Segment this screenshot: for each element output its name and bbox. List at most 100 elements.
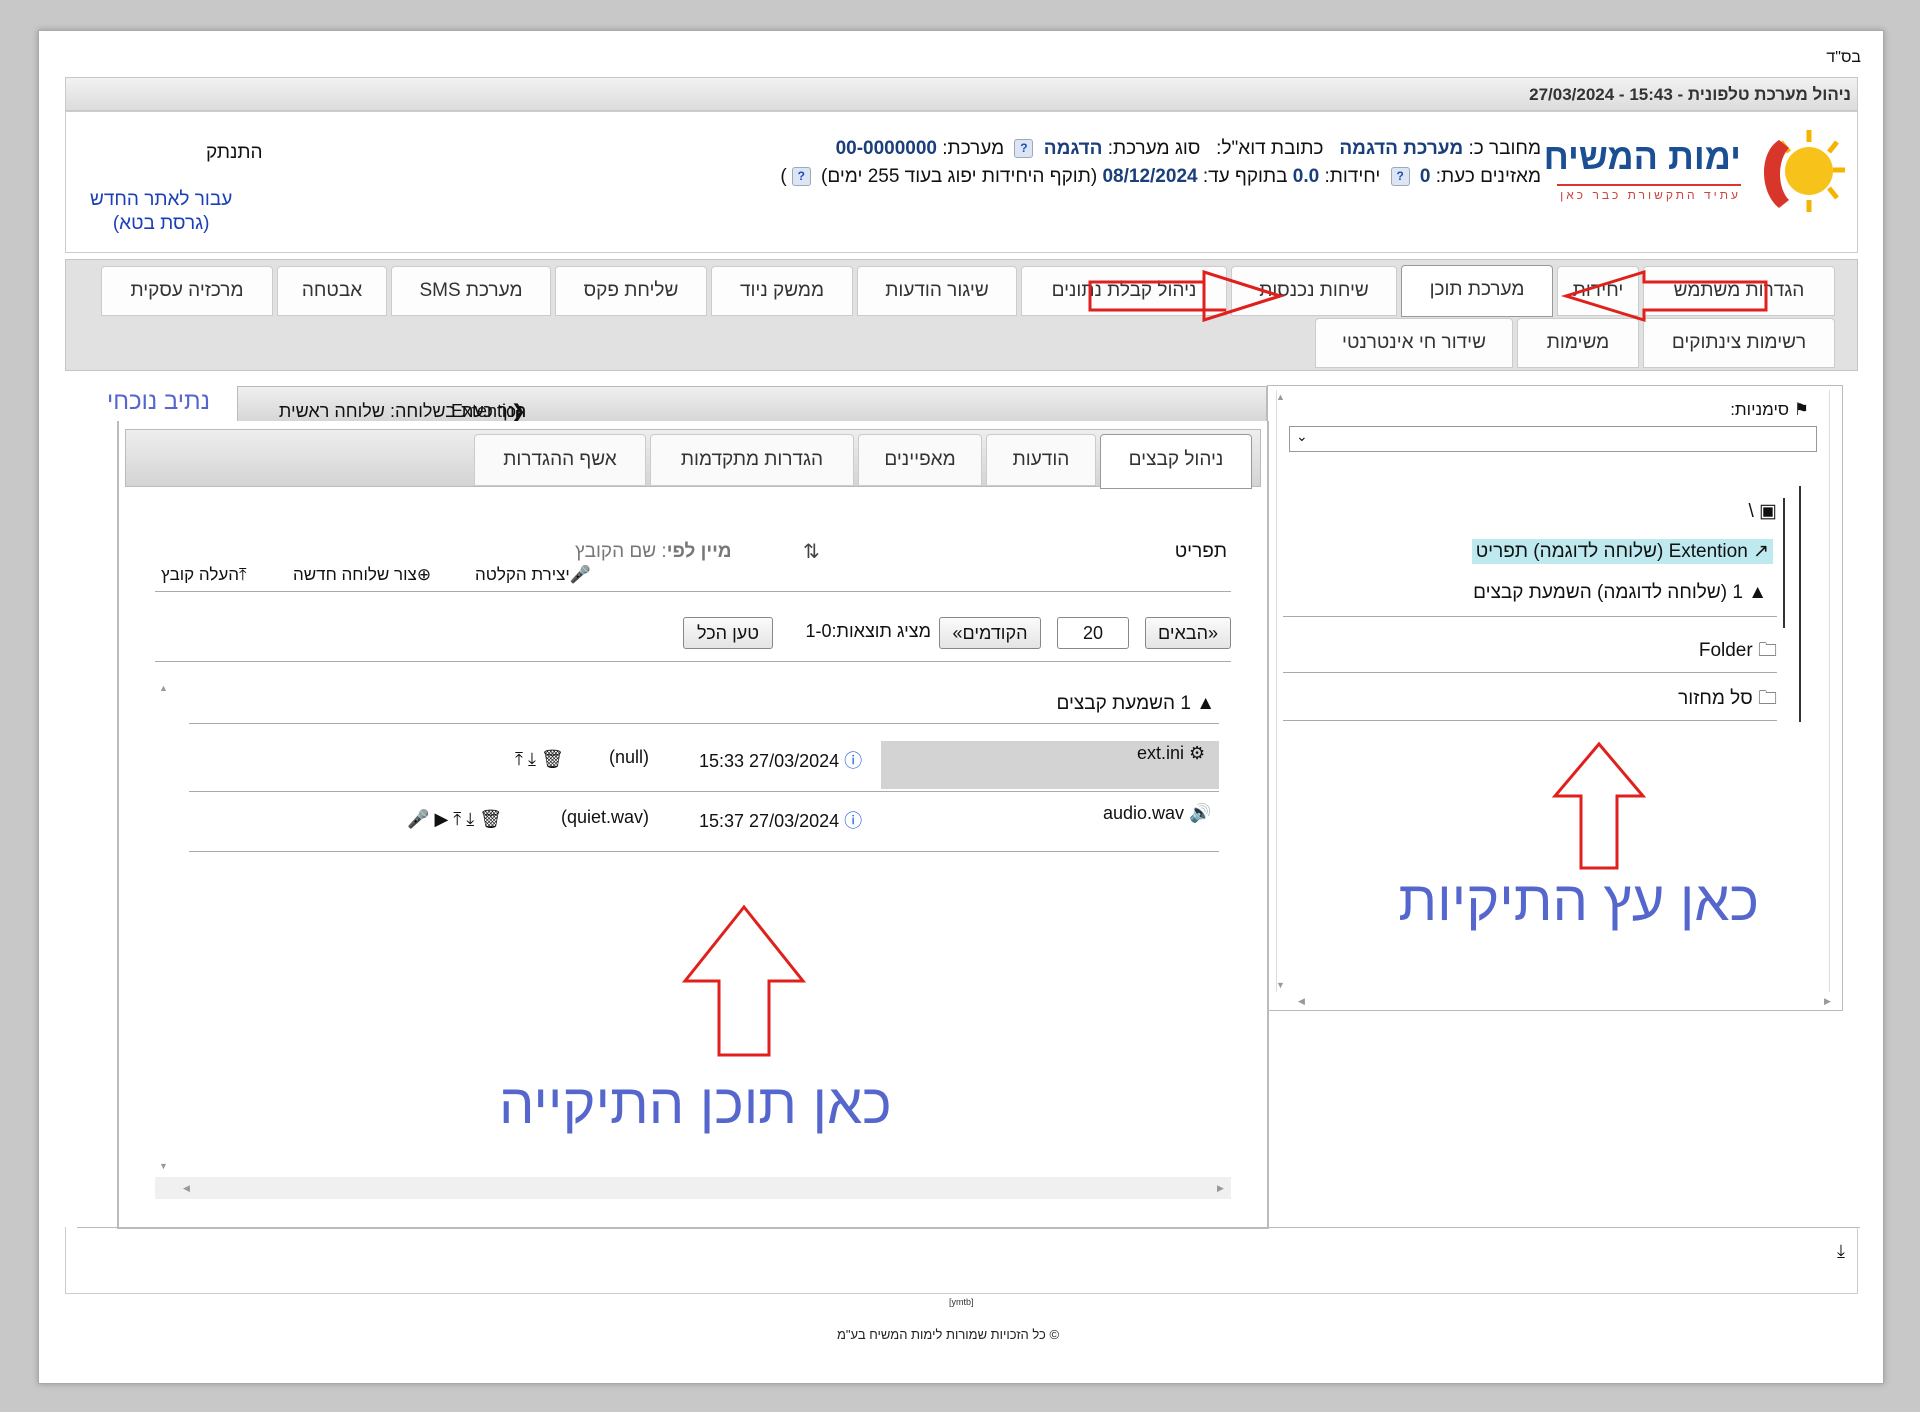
tab-user-settings[interactable]: הגדרות משתמש <box>1643 266 1835 316</box>
sort-by-value: : שם הקובץ <box>575 541 667 562</box>
upload-icon[interactable]: ⤒ <box>515 749 523 769</box>
logo-name: ימות המשיח <box>1543 136 1741 177</box>
tab-sms[interactable]: מערכת SMS <box>391 266 551 316</box>
trash-icon[interactable]: 🗑 <box>479 809 502 829</box>
help-icon[interactable]: ? <box>791 167 811 186</box>
new-site-link[interactable]: עבור לאתר החדש (גרסת בטא) <box>90 188 232 236</box>
play-icon[interactable]: ▶ <box>434 809 448 829</box>
tree-item-extention[interactable]: ↗ Extention (שלוחה לדוגמה) תפריט <box>1471 539 1773 564</box>
file-name: ext.ini <box>1137 743 1185 763</box>
shortcut-icon: ▲ <box>1748 582 1767 603</box>
new-extension-button[interactable]: ⊕צור שלוחה חדשה <box>293 565 431 585</box>
scroll-up-icon[interactable]: ▲ <box>1276 392 1285 402</box>
tree-branch-line <box>1783 498 1785 628</box>
download-icon[interactable]: ⤓ <box>1837 1241 1845 1262</box>
pager-divider <box>155 661 1231 662</box>
scroll-right-icon[interactable]: ▶ <box>1824 996 1831 1007</box>
tab-tasks[interactable]: משימות <box>1517 318 1639 368</box>
scroll-left-icon[interactable]: ◀ <box>1298 996 1305 1007</box>
file-actions: 🎤 ▶ ⤒ ⤓ 🗑 <box>407 809 502 830</box>
account-info-line-2: מאזינים כעת: 0 ? יחידות: 0.0 בתוקף עד: 0… <box>780 166 1541 188</box>
scroll-up-icon[interactable]: ▲ <box>159 683 168 693</box>
create-recording-button[interactable]: 🎤יצירת הקלטה <box>475 565 591 585</box>
scroll-down-icon[interactable]: ▼ <box>159 1161 168 1171</box>
logo-slogan: עתיד התקשורת כבר כאן <box>1560 188 1741 202</box>
scroll-down-icon[interactable]: ▼ <box>1276 980 1285 990</box>
close-paren: ) <box>780 166 787 187</box>
system-label: מערכת: <box>942 138 1005 159</box>
scroll-left-icon[interactable]: ◀ <box>183 1183 190 1194</box>
up-arrow-annotation-icon <box>1551 741 1647 870</box>
info-icon[interactable]: ⓘ <box>844 751 862 771</box>
tab-live-broadcast[interactable]: שידור חי אינטרנטי <box>1315 318 1513 368</box>
chevron-down-icon: ⌄ <box>1296 428 1308 444</box>
tab-incoming-calls[interactable]: שיחות נכנסות <box>1231 266 1397 316</box>
file-date: 15:37 27/03/2024 ⓘ <box>699 807 862 833</box>
download-icon[interactable]: ⤓ <box>528 749 536 769</box>
tab-units[interactable]: יחידות <box>1557 266 1639 316</box>
tab-data-collection[interactable]: ניהול קבלת נתונים <box>1021 266 1227 316</box>
tree-item-folder[interactable]: 🗀 Folder <box>1699 636 1777 668</box>
page-window: בס"ד ניהול מערכת טלפונית - 15:43 - 27/03… <box>38 30 1884 1384</box>
app-title: ניהול מערכת טלפונית - 15:43 - 27/03/2024 <box>1529 85 1851 104</box>
tab-send-messages[interactable]: שיגור הודעות <box>857 266 1017 316</box>
tab-advanced-settings[interactable]: הגדרות מתקדמות <box>650 434 854 486</box>
new-site-link-line-2: (גרסת בטא) <box>112 213 210 234</box>
tree-item-recycle-bin[interactable]: 🗀 סל מחזור <box>1678 684 1777 716</box>
load-all-button[interactable]: טען הכל <box>683 617 773 649</box>
prev-page-button[interactable]: הקודמים» <box>939 617 1041 649</box>
file-name-ext-ini[interactable]: ext.ini ⚙ <box>1137 743 1205 764</box>
scroll-right-icon[interactable]: ▶ <box>1217 1183 1224 1194</box>
tab-business-pbx[interactable]: מרכזיה עסקית <box>101 266 273 316</box>
content-annotation-note: כאן תוכן התיקייה <box>499 1072 892 1135</box>
file-extra: (null) <box>609 747 650 767</box>
upload-file-button[interactable]: ⤒העלה קובץ <box>161 565 247 585</box>
download-icon[interactable]: ⤓ <box>466 809 474 829</box>
folder-icon: 🗀 <box>1757 640 1777 661</box>
logout-link[interactable]: התנתק <box>206 142 263 164</box>
info-icon[interactable]: ⓘ <box>844 811 862 831</box>
bookmarks-select[interactable]: ⌄ <box>1289 426 1817 452</box>
folder-row-playfiles[interactable]: ▲ 1 השמעת קבצים <box>1056 693 1215 715</box>
file-name-audio-wav[interactable]: audio.wav 🔊 <box>1103 803 1212 824</box>
account-header: ימות המשיח עתיד התקשורת כבר כאן מחובר כ:… <box>65 111 1858 253</box>
horizontal-scrollbar[interactable] <box>155 1177 1231 1199</box>
trash-icon[interactable]: 🗑 <box>541 749 564 769</box>
connected-value: מערכת הדגמה <box>1339 138 1464 159</box>
page-size-input[interactable]: 20 <box>1057 617 1129 649</box>
tab-fax[interactable]: שליחת פקס <box>555 266 707 316</box>
tab-tzintuk-lists[interactable]: רשימות צינתוקים <box>1643 318 1835 368</box>
microphone-icon[interactable]: 🎤 <box>407 809 429 829</box>
help-icon[interactable]: ? <box>1390 167 1410 186</box>
tree-item-playfiles[interactable]: ▲ 1 (שלוחה לדוגמה) השמעת קבצים <box>1473 582 1767 604</box>
tab-properties[interactable]: מאפיינים <box>858 434 982 486</box>
listeners-label: מאזינים כעת: <box>1435 166 1541 187</box>
footer-small-label: [ymtb] <box>949 1297 974 1307</box>
folder-tree-scrollarea[interactable]: ⚑ סימניות: ⌄ ▣ \ ↗ Extention (שלוחה לדוג… <box>1276 390 1830 992</box>
help-icon[interactable]: ? <box>1014 139 1034 158</box>
valid-label: בתוקף עד: <box>1202 166 1288 187</box>
upload-icon[interactable]: ⤒ <box>453 809 461 829</box>
tab-file-management[interactable]: ניהול קבצים <box>1100 434 1252 489</box>
toolbar-divider <box>155 591 1231 592</box>
tab-messages[interactable]: הודעות <box>986 434 1096 486</box>
breadcrumb-current[interactable]: Extention <box>451 401 526 422</box>
next-page-button[interactable]: «הבאים <box>1145 617 1231 649</box>
bookmark-icon: ⚑ <box>1793 400 1809 419</box>
valid-value: 08/12/2024 <box>1102 166 1198 187</box>
tree-border-line <box>1799 486 1801 722</box>
tab-security[interactable]: אבטחה <box>277 266 387 316</box>
sort-by[interactable]: מיין לפי: שם הקובץ <box>575 541 732 563</box>
row-divider <box>189 851 1219 852</box>
tree-root[interactable]: ▣ \ <box>1748 500 1777 523</box>
tab-settings-wizard[interactable]: אשף ההגדרות <box>474 434 646 486</box>
gears-icon: ⚙ <box>1189 743 1206 763</box>
current-path-label: נתיב נוכחי <box>107 388 210 415</box>
tab-content-system[interactable]: מערכת תוכן <box>1401 265 1553 317</box>
results-count: מציג תוצאות:1-0 <box>805 621 931 641</box>
tree-divider <box>1283 616 1777 617</box>
speaker-icon: 🔊 <box>1189 803 1212 823</box>
tab-porting[interactable]: ממשק ניוד <box>711 266 853 316</box>
account-info-line-1: מחובר כ: מערכת הדגמה כתובת דוא"ל: סוג מע… <box>836 138 1541 160</box>
sort-icon[interactable]: ⇅ <box>803 539 820 564</box>
